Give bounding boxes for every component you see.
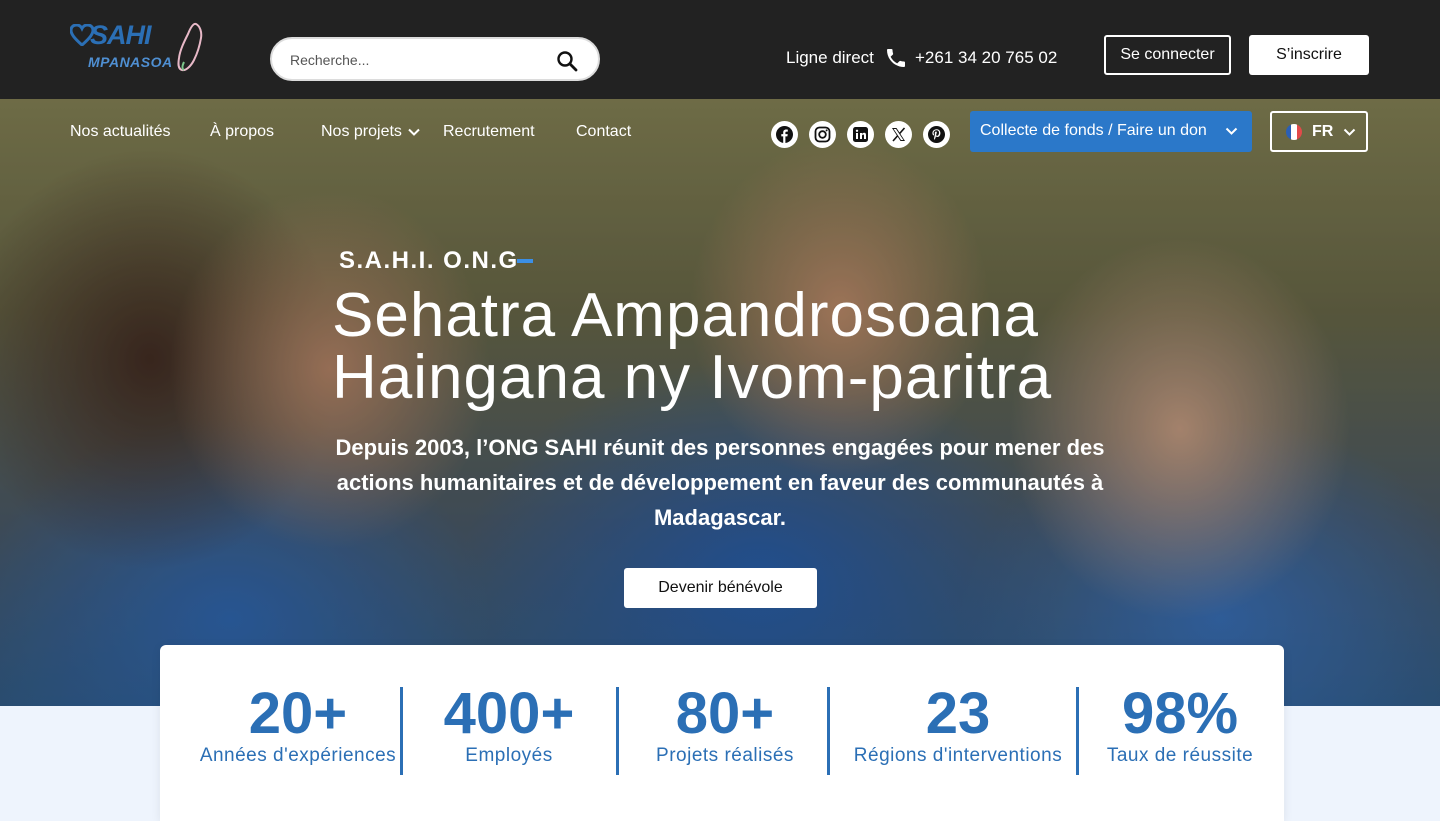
top-bar: SAHI MPANASOA Ligne direct +261 34 20 76… [0,0,1440,99]
hero-title-line1: Sehatra Ampandrosoana [332,281,1039,350]
stat-regions: 23 Régions d'interventions [838,683,1078,767]
x-icon[interactable] [885,121,912,148]
hero-title-line2: Haingana ny Ivom-paritra [332,343,1053,412]
stat-divider [1076,687,1079,775]
chevron-down-icon [408,128,420,136]
search-input[interactable] [290,49,540,71]
donate-label: Collecte de fonds / Faire un don [980,122,1207,139]
linkedin-icon[interactable] [847,121,874,148]
logo-name: SAHI [90,20,152,50]
instagram-icon[interactable] [809,121,836,148]
login-button[interactable]: Se connecter [1104,35,1231,75]
nav-item-contact[interactable]: Contact [576,123,631,141]
stat-label: Projets réalisés [656,745,794,766]
facebook-icon[interactable] [771,121,798,148]
hero-description: Depuis 2003, l’ONG SAHI réunit des perso… [335,435,1105,530]
hero-kicker: S.A.H.I. O.N.G [339,247,519,274]
stat-label: Années d'expériences [199,745,397,766]
stat-experience: 20+ Années d'expériences [180,683,416,767]
stats-panel: 20+ Années d'expériences 400+ Employés 8… [160,645,1284,821]
hero-title: Sehatra Ampandrosoana Haingana ny Ivom-p… [332,285,1152,409]
stat-divider [827,687,830,775]
phone-icon [887,49,905,67]
pinterest-icon[interactable] [923,121,950,148]
language-selector[interactable]: FR [1270,111,1368,152]
search-bar [270,37,600,81]
stat-label: Taux de réussite [1106,745,1254,766]
stat-label: Employés [465,745,553,766]
volunteer-button[interactable]: Devenir bénévole [624,568,817,608]
language-code: FR [1312,123,1334,140]
stat-projects: 80+ Projets réalisés [626,683,824,767]
stat-value: 23 [925,681,991,746]
nav-item-recrutement[interactable]: Recrutement [443,123,535,141]
donate-dropdown[interactable]: Collecte de fonds / Faire un don [970,111,1252,152]
stat-label: Régions d'interventions [853,745,1063,766]
signup-button[interactable]: S’inscrire [1249,35,1369,75]
nav-item-projets-label: Nos projets [321,123,402,140]
search-icon[interactable] [556,50,578,72]
stat-success-rate: 98% Taux de réussite [1086,683,1274,767]
stat-value: 20+ [248,681,348,746]
chevron-down-icon [1343,128,1356,136]
logo[interactable]: SAHI MPANASOA [68,20,208,78]
nav-item-a-propos[interactable]: À propos [210,123,274,141]
hotline-number[interactable]: +261 34 20 765 02 [915,48,1057,68]
france-flag-icon [1286,124,1302,140]
madagascar-icon [177,22,203,72]
nav-item-projets[interactable]: Nos projets [321,123,420,141]
hotline-label: Ligne direct [786,48,874,67]
stat-value: 98% [1121,681,1239,746]
logo-tagline: MPANASOA [88,54,173,70]
stat-value: 80+ [675,681,775,746]
kicker-accent-bar [517,259,533,263]
stat-employees: 400+ Employés [410,683,608,767]
chevron-down-icon [1225,127,1238,135]
stat-value: 400+ [443,681,575,746]
nav-item-actualites[interactable]: Nos actualités [70,123,171,141]
stat-divider [616,687,619,775]
stat-divider [400,687,403,775]
